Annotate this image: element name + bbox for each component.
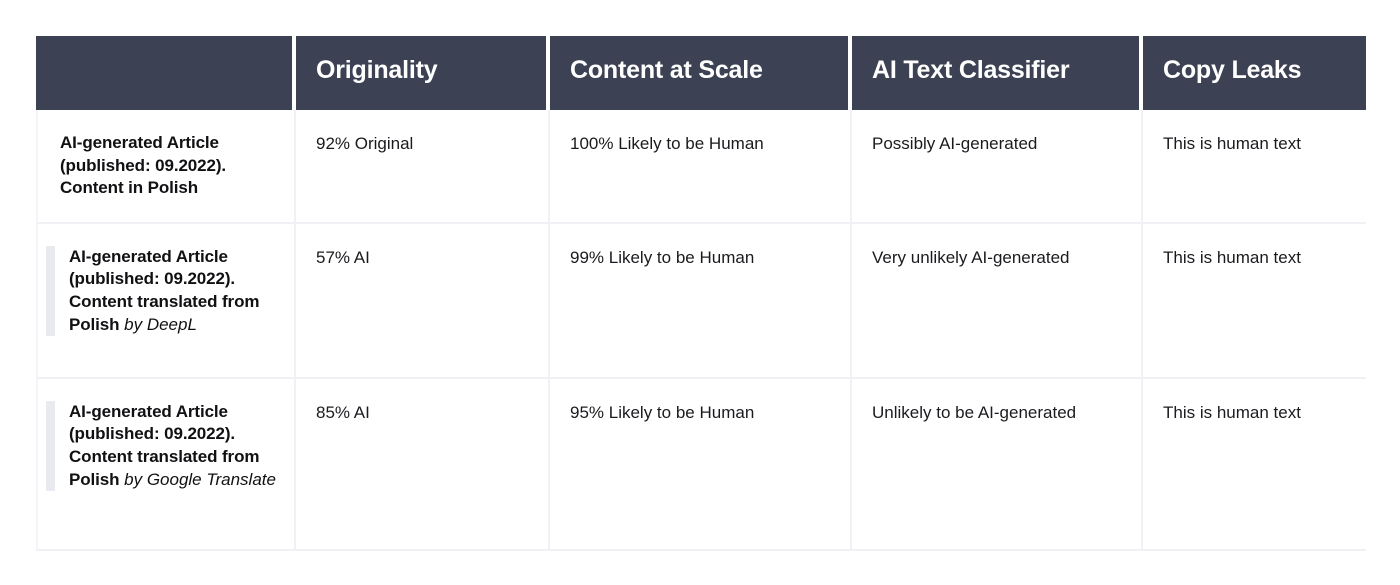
cell-copy-leaks: This is human text [1143, 223, 1366, 379]
table-row: AI-generated Article (published: 09.2022… [36, 378, 1366, 551]
column-header-corner [36, 36, 296, 110]
row-label-cell: AI-generated Article (published: 09.2022… [36, 378, 296, 551]
cell-ai-text-classifier: Unlikely to be AI-generated [852, 378, 1143, 551]
cell-content-at-scale: 100% Likely to be Human [550, 110, 852, 224]
row-accent-bar [46, 400, 55, 492]
column-header-content-at-scale: Content at Scale [550, 36, 852, 110]
ai-detector-comparison-table: Originality Content at Scale AI Text Cla… [36, 36, 1366, 551]
cell-content-at-scale: 95% Likely to be Human [550, 378, 852, 551]
row-accent-bar [46, 245, 55, 337]
cell-copy-leaks: This is human text [1143, 378, 1366, 551]
row-label-bold: AI-generated Article (published: 09.2022… [60, 133, 227, 198]
table-header: Originality Content at Scale AI Text Cla… [36, 36, 1366, 110]
comparison-table: Originality Content at Scale AI Text Cla… [36, 36, 1366, 551]
cell-content-at-scale: 99% Likely to be Human [550, 223, 852, 379]
cell-originality: 57% AI [296, 223, 550, 379]
column-header-copy-leaks: Copy Leaks [1143, 36, 1366, 110]
row-label-text: AI-generated Article (published: 09.2022… [69, 401, 278, 491]
cell-ai-text-classifier: Very unlikely AI-generated [852, 223, 1143, 379]
column-header-originality: Originality [296, 36, 550, 110]
table-header-row: Originality Content at Scale AI Text Cla… [36, 36, 1366, 110]
row-label-suffix: by Google Translate [119, 469, 276, 489]
row-label-text: AI-generated Article (published: 09.2022… [69, 246, 278, 336]
table-body: AI-generated Article (published: 09.2022… [36, 110, 1366, 551]
row-label-cell: AI-generated Article (published: 09.2022… [36, 223, 296, 379]
row-label-wrapper: AI-generated Article (published: 09.2022… [38, 379, 294, 513]
row-label-text: AI-generated Article (published: 09.2022… [60, 132, 278, 200]
table-row: AI-generated Article (published: 09.2022… [36, 223, 1366, 379]
column-header-ai-text-classifier: AI Text Classifier [852, 36, 1143, 110]
row-label-wrapper: AI-generated Article (published: 09.2022… [38, 110, 294, 222]
row-label-suffix: by DeepL [119, 314, 197, 334]
row-label-cell: AI-generated Article (published: 09.2022… [36, 110, 296, 224]
cell-originality: 92% Original [296, 110, 550, 224]
table-row: AI-generated Article (published: 09.2022… [36, 110, 1366, 224]
cell-copy-leaks: This is human text [1143, 110, 1366, 224]
cell-originality: 85% AI [296, 378, 550, 551]
cell-ai-text-classifier: Possibly AI-generated [852, 110, 1143, 224]
row-label-wrapper: AI-generated Article (published: 09.2022… [38, 224, 294, 358]
